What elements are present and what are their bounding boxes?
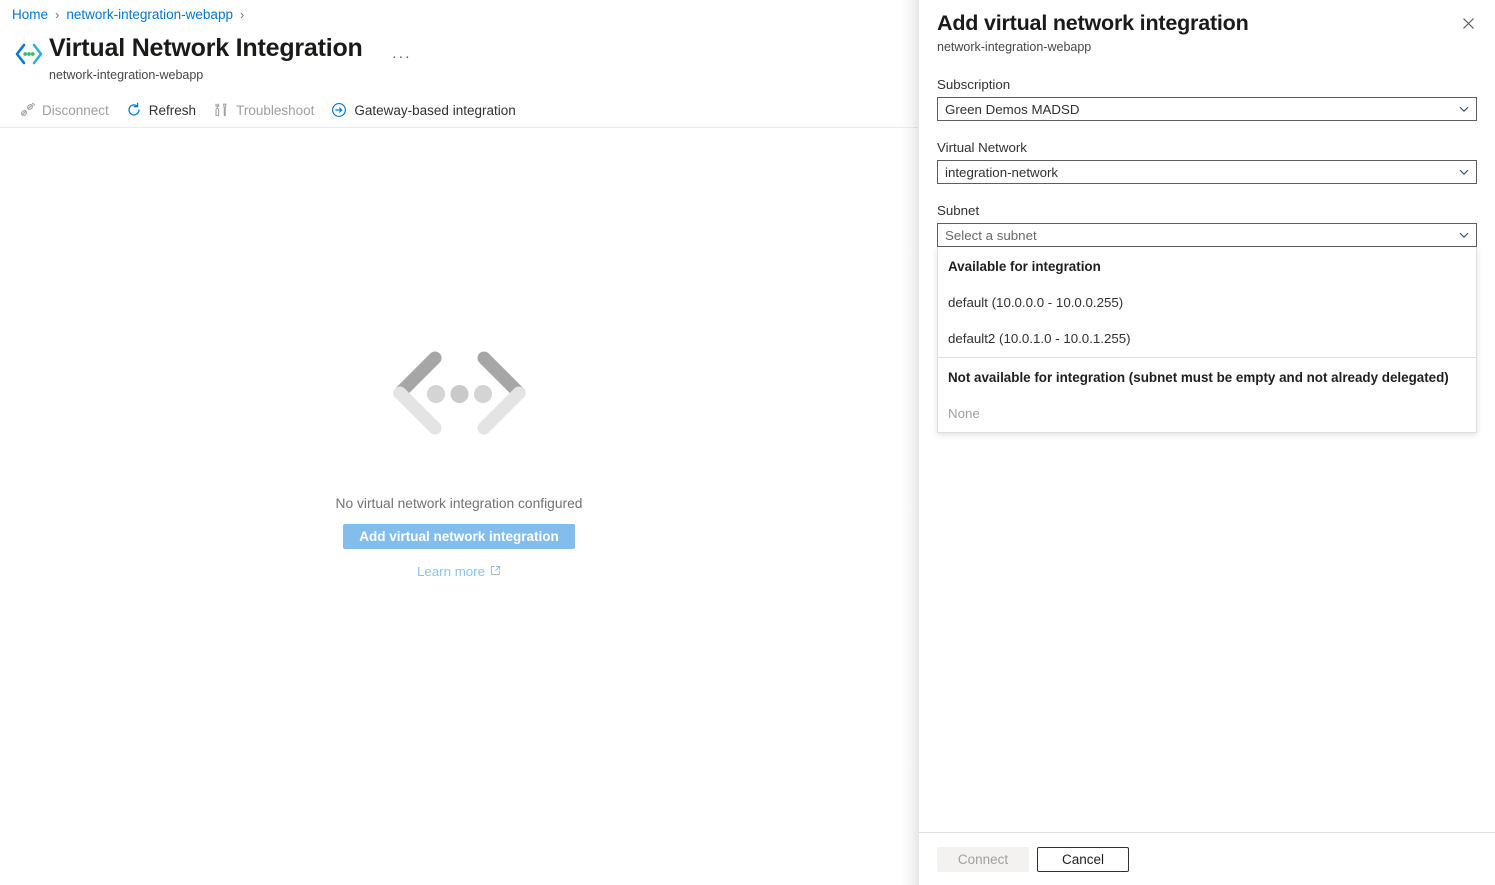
- breadcrumb-item-webapp[interactable]: network-integration-webapp: [66, 6, 233, 24]
- cancel-button[interactable]: Cancel: [1037, 846, 1129, 872]
- panel-form: Subscription Green Demos MADSD Virtual N…: [919, 75, 1495, 433]
- gateway-based-integration-label: Gateway-based integration: [354, 102, 516, 118]
- learn-more-label: Learn more: [417, 564, 485, 579]
- subnet-select[interactable]: Select a subnet: [937, 223, 1477, 247]
- dropdown-group-header-unavailable: Not available for integration (subnet mu…: [948, 370, 1449, 385]
- troubleshoot-label: Troubleshoot: [236, 102, 315, 118]
- toolbar-divider: [0, 127, 918, 128]
- troubleshoot-button[interactable]: Troubleshoot: [206, 97, 324, 123]
- dropdown-group-header-available: Available for integration: [948, 259, 1101, 274]
- external-link-icon: [490, 564, 501, 579]
- page-header: Virtual Network Integration network-inte…: [12, 32, 415, 83]
- chevron-down-icon: [1458, 98, 1470, 120]
- title-block: Virtual Network Integration network-inte…: [49, 32, 363, 83]
- portal-root: Home › network-integration-webapp › Virt…: [0, 0, 1495, 885]
- subscription-select[interactable]: Green Demos MADSD: [937, 97, 1477, 121]
- empty-state: No virtual network integration configure…: [0, 340, 918, 579]
- gateway-based-integration-button[interactable]: Gateway-based integration: [324, 97, 525, 123]
- disconnect-button[interactable]: Disconnect: [12, 97, 119, 123]
- subscription-label: Subscription: [937, 77, 1011, 92]
- page-subtitle: network-integration-webapp: [49, 68, 204, 82]
- refresh-icon: [126, 102, 142, 118]
- command-bar: Disconnect Refresh Troubleshoot Gateway-…: [12, 98, 526, 122]
- virtual-network-integration-blade: Home › network-integration-webapp › Virt…: [0, 0, 918, 885]
- subnet-placeholder: Select a subnet: [945, 227, 1037, 243]
- refresh-button[interactable]: Refresh: [119, 97, 206, 123]
- page-title: Virtual Network Integration: [49, 34, 363, 62]
- panel-header: Add virtual network integration network-…: [919, 0, 1495, 56]
- more-menu-button[interactable]: ···: [389, 46, 415, 66]
- panel-title: Add virtual network integration: [937, 11, 1249, 35]
- troubleshoot-icon: [213, 102, 229, 118]
- add-virtual-network-integration-button[interactable]: Add virtual network integration: [343, 524, 575, 549]
- learn-more-link[interactable]: Learn more: [417, 564, 501, 579]
- panel-subtitle: network-integration-webapp: [937, 40, 1092, 54]
- connect-button[interactable]: Connect: [937, 846, 1029, 872]
- breadcrumb-item-home[interactable]: Home: [12, 6, 48, 24]
- dropdown-option-default[interactable]: default (10.0.0.0 - 10.0.0.255): [938, 285, 1476, 321]
- vnet-integration-icon: [12, 37, 46, 71]
- subnet-dropdown-list[interactable]: Available for integration default (10.0.…: [937, 247, 1477, 433]
- virtual-network-select[interactable]: integration-network: [937, 160, 1477, 184]
- subnet-label: Subnet: [937, 203, 980, 218]
- vnet-chevrons-dots-icon: [378, 340, 541, 458]
- virtual-network-value: integration-network: [945, 164, 1059, 180]
- chevron-down-icon: [1458, 224, 1470, 246]
- add-virtual-network-integration-panel: Add virtual network integration network-…: [918, 0, 1495, 885]
- arrow-right-circle-icon: [331, 102, 347, 118]
- dropdown-option-default2[interactable]: default2 (10.0.1.0 - 10.0.1.255): [938, 321, 1476, 357]
- refresh-label: Refresh: [148, 102, 197, 118]
- breadcrumb-separator-icon-2: ›: [239, 7, 245, 22]
- chevron-down-icon: [1458, 161, 1470, 183]
- dropdown-option-none: None: [948, 406, 980, 421]
- subscription-value: Green Demos MADSD: [945, 101, 1080, 117]
- empty-state-message: No virtual network integration configure…: [335, 496, 583, 511]
- breadcrumb: Home › network-integration-webapp ›: [12, 6, 244, 24]
- panel-footer: Connect Cancel: [919, 832, 1495, 885]
- disconnect-icon: [19, 102, 35, 118]
- breadcrumb-separator-icon: ›: [55, 7, 60, 22]
- close-icon[interactable]: [1453, 8, 1483, 38]
- disconnect-label: Disconnect: [42, 102, 109, 118]
- virtual-network-label: Virtual Network: [937, 140, 1027, 155]
